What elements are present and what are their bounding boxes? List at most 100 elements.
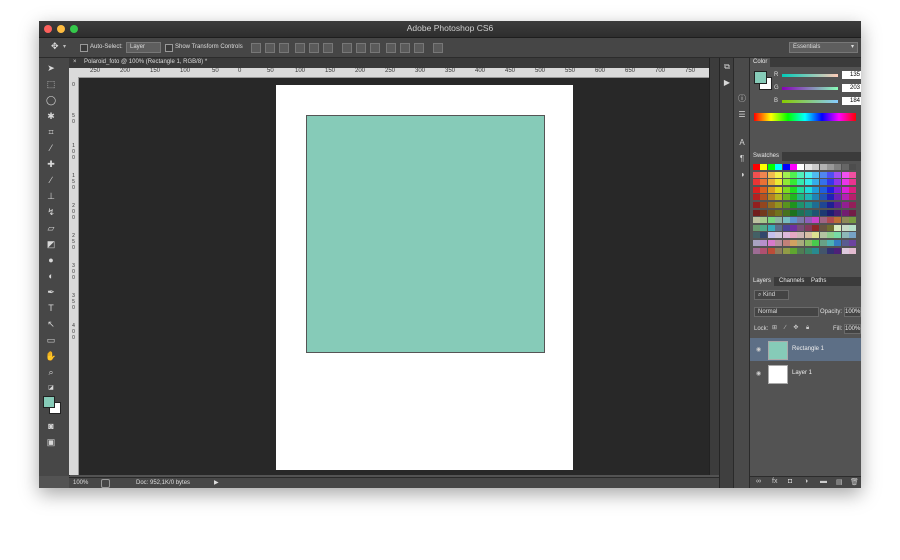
- swatch[interactable]: [849, 247, 857, 254]
- swatch[interactable]: [782, 209, 790, 216]
- swatch[interactable]: [797, 247, 805, 254]
- swatch[interactable]: [849, 164, 857, 170]
- swatch[interactable]: [812, 247, 820, 254]
- swatch[interactable]: [790, 202, 797, 208]
- swatch[interactable]: [834, 202, 842, 208]
- eraser-tool-icon[interactable]: ▱: [45, 222, 57, 234]
- swatch[interactable]: [834, 217, 842, 224]
- swatch[interactable]: [819, 224, 827, 231]
- swatch[interactable]: [767, 194, 775, 201]
- swatch[interactable]: [834, 171, 842, 178]
- swatch[interactable]: [782, 186, 790, 193]
- swatch[interactable]: [775, 217, 783, 224]
- swatch[interactable]: [775, 164, 783, 170]
- swatch[interactable]: [819, 179, 827, 186]
- swatch[interactable]: [841, 171, 849, 178]
- swatch[interactable]: [834, 179, 842, 186]
- fill-value[interactable]: 100%: [844, 324, 861, 334]
- swatch[interactable]: [790, 186, 797, 193]
- foreground-color-swatch[interactable]: [43, 396, 55, 408]
- lasso-tool-icon[interactable]: ◯: [45, 94, 57, 106]
- swatch[interactable]: [804, 209, 812, 216]
- swatch[interactable]: [782, 164, 790, 170]
- swatch[interactable]: [797, 164, 805, 170]
- swatch[interactable]: [767, 202, 775, 208]
- blur-tool-icon[interactable]: ●: [45, 254, 57, 266]
- screen-mode-icon[interactable]: ▣: [45, 436, 57, 448]
- swatch[interactable]: [819, 240, 827, 246]
- swatch[interactable]: [782, 202, 790, 208]
- swatch[interactable]: [753, 171, 760, 178]
- default-colors-icon[interactable]: ◪: [45, 382, 57, 394]
- swatch[interactable]: [834, 186, 842, 193]
- swatch[interactable]: [849, 202, 857, 208]
- distribute-left-icon[interactable]: [386, 43, 396, 53]
- swatch[interactable]: [767, 179, 775, 186]
- type-tool-icon[interactable]: T: [45, 302, 57, 314]
- swatch[interactable]: [775, 194, 783, 201]
- swatch[interactable]: [849, 186, 857, 193]
- swatch[interactable]: [782, 217, 790, 224]
- swatch[interactable]: [804, 232, 812, 239]
- swatch[interactable]: [812, 224, 820, 231]
- swatch[interactable]: [812, 217, 820, 224]
- swatch[interactable]: [827, 194, 834, 201]
- swatch[interactable]: [753, 209, 760, 216]
- zoom-level[interactable]: 100%: [73, 480, 88, 486]
- swatch[interactable]: [812, 232, 820, 239]
- swatch[interactable]: [797, 217, 805, 224]
- swatch[interactable]: [797, 224, 805, 231]
- hand-tool-icon[interactable]: ✋: [45, 350, 57, 362]
- path-selection-tool-icon[interactable]: ↖: [45, 318, 57, 330]
- swatch[interactable]: [782, 247, 790, 254]
- swatch[interactable]: [797, 179, 805, 186]
- styles-panel-icon[interactable]: ◑: [737, 170, 747, 180]
- quick-mask-icon[interactable]: ◙: [45, 420, 57, 432]
- swatch[interactable]: [767, 247, 775, 254]
- info-panel-icon[interactable]: ⓘ: [737, 94, 747, 104]
- layer-row-rectangle-1[interactable]: ◉ Rectangle 1: [750, 338, 861, 361]
- character-panel-icon[interactable]: A: [737, 138, 747, 148]
- swatch[interactable]: [767, 164, 775, 170]
- swatch[interactable]: [841, 217, 849, 224]
- swatch[interactable]: [775, 202, 783, 208]
- align-vertical-centers-icon[interactable]: [265, 43, 275, 53]
- swatch[interactable]: [790, 224, 797, 231]
- distribute-right-icon[interactable]: [414, 43, 424, 53]
- actions-panel-icon[interactable]: ▶: [722, 78, 732, 88]
- link-layers-icon[interactable]: ∞: [756, 478, 761, 485]
- align-top-edges-icon[interactable]: [251, 43, 261, 53]
- red-value[interactable]: 135: [842, 71, 861, 79]
- swatch[interactable]: [767, 240, 775, 246]
- green-slider[interactable]: [782, 87, 838, 90]
- eyedropper-tool-icon[interactable]: ⁄: [45, 142, 57, 154]
- auto-select-checkbox[interactable]: [80, 44, 88, 52]
- history-brush-tool-icon[interactable]: ↯: [45, 206, 57, 218]
- swatch[interactable]: [753, 232, 760, 239]
- swatch[interactable]: [797, 202, 805, 208]
- swatch[interactable]: [841, 186, 849, 193]
- swatch[interactable]: [790, 179, 797, 186]
- canvas-area[interactable]: [79, 78, 709, 475]
- swatch[interactable]: [841, 202, 849, 208]
- swatch[interactable]: [804, 247, 812, 254]
- swatch[interactable]: [804, 202, 812, 208]
- swatch[interactable]: [819, 194, 827, 201]
- swatch[interactable]: [849, 232, 857, 239]
- dodge-tool-icon[interactable]: ◐: [45, 270, 57, 282]
- add-mask-icon[interactable]: ◘: [788, 478, 792, 485]
- swatch[interactable]: [812, 186, 820, 193]
- swatch[interactable]: [827, 179, 834, 186]
- swatch[interactable]: [797, 209, 805, 216]
- swatch[interactable]: [804, 171, 812, 178]
- swatch[interactable]: [775, 171, 783, 178]
- red-slider[interactable]: [782, 74, 838, 77]
- swatch[interactable]: [760, 164, 768, 170]
- brush-tool-icon[interactable]: ∕: [45, 174, 57, 186]
- swatch[interactable]: [819, 217, 827, 224]
- swatch[interactable]: [804, 240, 812, 246]
- pen-tool-icon[interactable]: ✒: [45, 286, 57, 298]
- blend-mode-dropdown[interactable]: Normal: [754, 307, 819, 317]
- workspace-switcher[interactable]: Essentials ▾: [789, 42, 858, 53]
- opacity-value[interactable]: 100%: [844, 307, 861, 317]
